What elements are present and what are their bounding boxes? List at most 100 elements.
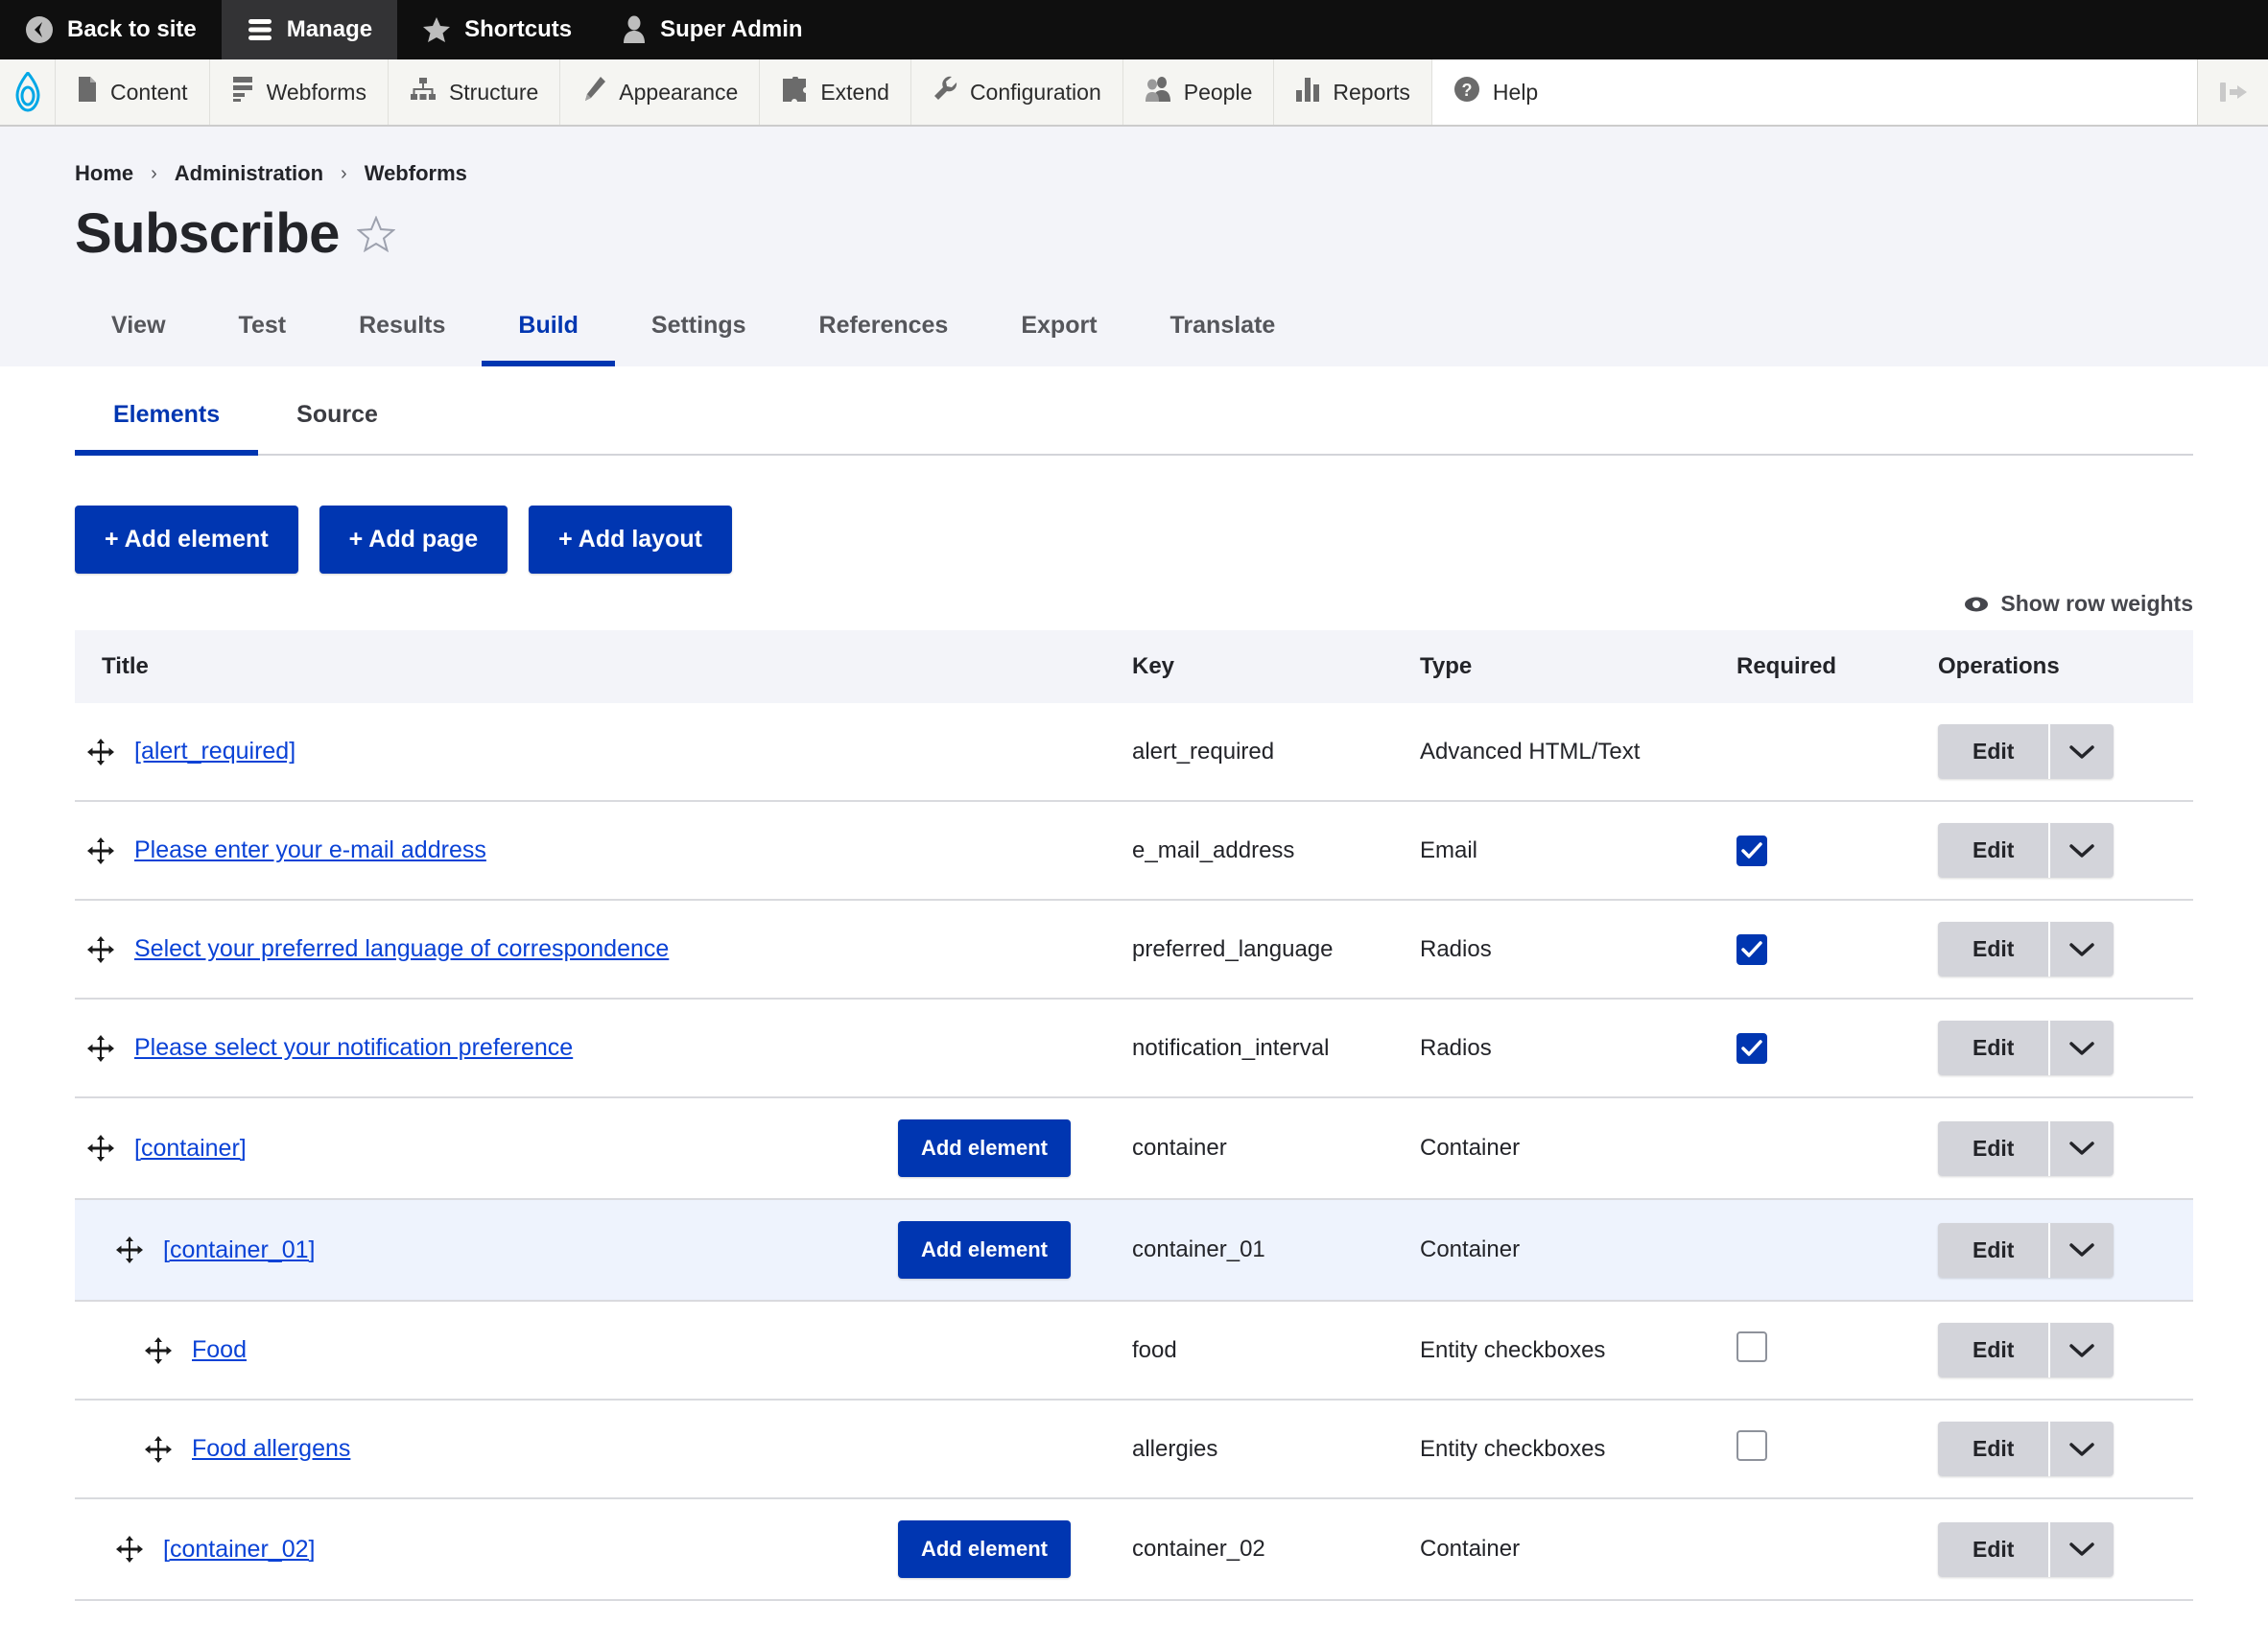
edit-button[interactable]: Edit xyxy=(1938,922,2051,977)
tab-translate[interactable]: Translate xyxy=(1134,298,1312,366)
required-checkbox[interactable] xyxy=(1736,933,1767,965)
star-outline-icon[interactable] xyxy=(356,215,395,252)
tab-view[interactable]: View xyxy=(75,298,202,366)
show-row-weights-toggle[interactable]: Show row weights xyxy=(1964,591,2193,617)
drag-move-icon[interactable] xyxy=(115,1236,144,1264)
toolbar-item-content[interactable]: Content xyxy=(56,59,210,125)
edit-button[interactable]: Edit xyxy=(1938,1120,2051,1176)
collapse-toolbar-icon[interactable] xyxy=(2197,59,2268,125)
tab-source[interactable]: Source xyxy=(258,366,416,456)
drag-move-icon[interactable] xyxy=(144,1336,173,1365)
tab-test[interactable]: Test xyxy=(202,298,323,366)
edit-button[interactable]: Edit xyxy=(1938,1021,2051,1075)
cell-operations: Edit xyxy=(1926,703,2193,801)
chevron-down-icon[interactable] xyxy=(2050,1323,2114,1377)
cell-key: notification_interval xyxy=(1132,1034,1330,1061)
cell-operations: Edit xyxy=(1926,900,2193,999)
drag-move-icon[interactable] xyxy=(86,1134,115,1163)
tab-elements[interactable]: Elements xyxy=(75,366,259,456)
cell-required xyxy=(1725,1199,1926,1301)
breadcrumb-home[interactable]: Home xyxy=(75,161,133,186)
toolbar-item-appearance[interactable]: Appearance xyxy=(560,59,761,125)
cell-type: Container xyxy=(1420,1135,1521,1161)
toolbar-item-extend[interactable]: Extend xyxy=(760,59,911,125)
bar-chart-icon xyxy=(1295,77,1320,108)
chevron-down-icon[interactable] xyxy=(2050,1521,2114,1577)
back-to-site-button[interactable]: Back to site xyxy=(0,0,222,59)
edit-button[interactable]: Edit xyxy=(1938,1521,2051,1577)
cell-title: Please select your notification preferen… xyxy=(75,999,1121,1097)
element-title-link[interactable]: Food allergens xyxy=(192,1435,350,1463)
add-element-button[interactable]: + Add element xyxy=(75,506,298,574)
required-checkbox[interactable] xyxy=(1736,835,1767,866)
cell-type: Container xyxy=(1420,1536,1521,1562)
toolbar-item-configuration[interactable]: Configuration xyxy=(911,59,1123,125)
chevron-down-icon[interactable] xyxy=(2050,1222,2114,1278)
row-add-element-button[interactable]: Add element xyxy=(897,1119,1071,1177)
admin-toolbar: Back to site Manage Shortcuts Super Admi… xyxy=(0,0,2268,59)
edit-button[interactable]: Edit xyxy=(1938,1222,2051,1278)
toolbar-spacer xyxy=(1559,59,2197,125)
row-add-element-button[interactable]: Add element xyxy=(897,1221,1071,1279)
table-row: Please select your notification preferen… xyxy=(75,999,2193,1097)
edit-button[interactable]: Edit xyxy=(1938,1323,2051,1377)
user-account-button[interactable]: Super Admin xyxy=(597,0,827,59)
eye-icon xyxy=(1964,596,1989,613)
tab-results[interactable]: Results xyxy=(322,298,482,366)
element-title-link[interactable]: Food xyxy=(192,1336,247,1364)
cell-key: container_01 xyxy=(1132,1236,1265,1262)
table-header: Title Key Type Required Operations xyxy=(75,630,2193,703)
chevron-down-icon[interactable] xyxy=(2050,724,2114,779)
shortcuts-button[interactable]: Shortcuts xyxy=(397,0,597,59)
edit-button[interactable]: Edit xyxy=(1938,724,2051,779)
drag-move-icon[interactable] xyxy=(115,1535,144,1564)
chevron-down-icon[interactable] xyxy=(2050,922,2114,977)
drag-move-icon[interactable] xyxy=(86,1034,115,1063)
drupal-drop-logo[interactable] xyxy=(0,59,56,125)
element-title-link[interactable]: Please select your notification preferen… xyxy=(134,1034,573,1062)
add-page-button[interactable]: + Add page xyxy=(319,506,508,574)
tab-settings[interactable]: Settings xyxy=(615,298,783,366)
main-content: Elements Source + Add element + Add page… xyxy=(0,366,2268,1601)
tab-references[interactable]: References xyxy=(783,298,985,366)
element-title-link[interactable]: [container_01] xyxy=(163,1236,315,1264)
element-title-link[interactable]: Please enter your e-mail address xyxy=(134,836,486,864)
edit-button[interactable]: Edit xyxy=(1938,1422,2051,1476)
toolbar-item-people[interactable]: People xyxy=(1123,59,1275,125)
drag-move-icon[interactable] xyxy=(86,935,115,964)
cell-title: [alert_required] xyxy=(75,703,1121,801)
toolbar-item-help[interactable]: ? Help xyxy=(1431,59,1560,125)
chevron-down-icon[interactable] xyxy=(2050,1120,2114,1176)
toolbar-item-structure[interactable]: Structure xyxy=(389,59,561,125)
drag-move-icon[interactable] xyxy=(86,836,115,865)
element-title-link[interactable]: [container_02] xyxy=(163,1536,315,1564)
edit-button[interactable]: Edit xyxy=(1938,823,2051,878)
manage-button[interactable]: Manage xyxy=(221,0,398,59)
toolbar-item-webforms[interactable]: Webforms xyxy=(210,59,389,125)
required-checkbox[interactable] xyxy=(1736,1032,1767,1064)
drag-move-icon[interactable] xyxy=(86,738,115,766)
breadcrumb-webforms[interactable]: Webforms xyxy=(365,161,467,186)
table-row: [container_01] Add element container_01 Con… xyxy=(75,1199,2193,1301)
element-title-link[interactable]: [alert_required] xyxy=(134,738,295,765)
row-add-element-button[interactable]: Add element xyxy=(897,1520,1071,1578)
operations-dropbutton: Edit xyxy=(1938,1323,2114,1377)
add-layout-button[interactable]: + Add layout xyxy=(529,506,732,574)
toolbar-label-people: People xyxy=(1183,79,1253,105)
chevron-down-icon[interactable] xyxy=(2050,1021,2114,1075)
element-title-link[interactable]: [container] xyxy=(134,1135,247,1163)
cell-title: Please enter your e-mail address xyxy=(75,801,1121,900)
chevron-down-icon[interactable] xyxy=(2050,1422,2114,1476)
breadcrumb-administration[interactable]: Administration xyxy=(175,161,323,186)
drag-move-icon[interactable] xyxy=(144,1435,173,1464)
cell-type: Entity checkboxes xyxy=(1420,1336,1606,1363)
required-checkbox[interactable] xyxy=(1736,1430,1767,1461)
element-title-link[interactable]: Select your preferred language of corres… xyxy=(134,935,669,963)
toolbar-item-reports[interactable]: Reports xyxy=(1274,59,1432,125)
cell-operations: Edit xyxy=(1926,1097,2193,1199)
tab-export[interactable]: Export xyxy=(984,298,1133,366)
tab-build[interactable]: Build xyxy=(482,298,615,366)
required-checkbox[interactable] xyxy=(1736,1331,1767,1362)
chevron-down-icon[interactable] xyxy=(2050,823,2114,878)
operations-dropbutton: Edit xyxy=(1938,724,2114,779)
